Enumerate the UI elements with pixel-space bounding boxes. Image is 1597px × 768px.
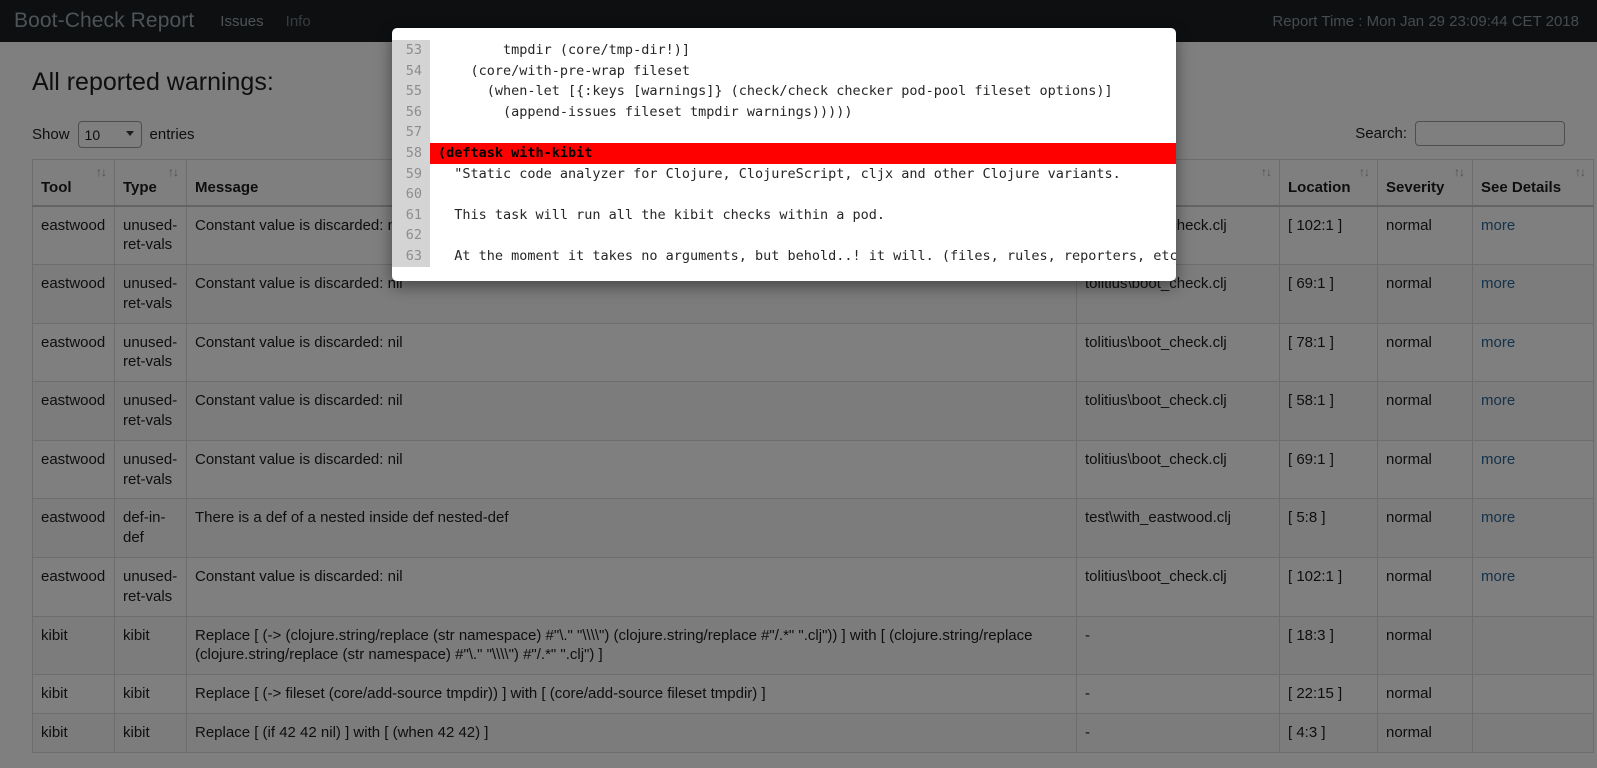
code-line-number: 55 xyxy=(392,81,430,102)
code-line-number: 54 xyxy=(392,60,430,82)
code-line-number: 63 xyxy=(392,245,430,267)
code-line: 55 (when-let [{:keys [warnings]} (check/… xyxy=(392,81,1176,102)
code-line-number: 62 xyxy=(392,225,430,246)
code-line-text: At the moment it takes no arguments, but… xyxy=(438,247,1176,264)
code-line-text: (core/with-pre-wrap fileset xyxy=(438,62,690,79)
code-line-text: "Static code analyzer for Clojure, Cloju… xyxy=(438,165,1121,182)
code-line-text: (deftask with-kibit xyxy=(430,142,1176,164)
code-line: 62 xyxy=(392,225,1176,246)
code-line-highlighted: 58 (deftask with-kibit xyxy=(392,142,1176,164)
code-line-text: This task will run all the kibit checks … xyxy=(438,206,886,223)
code-line: 59 "Static code analyzer for Clojure, Cl… xyxy=(392,163,1176,185)
code-line: 53 tmpdir (core/tmp-dir!)] xyxy=(392,40,1176,61)
code-line-number: 60 xyxy=(392,184,430,205)
app-root: Boot-Check Report Issues Info Report Tim… xyxy=(0,0,1597,768)
code-line-text: tmpdir (core/tmp-dir!)] xyxy=(438,42,690,58)
code-line: 60 xyxy=(392,184,1176,205)
code-line-text: (append-issues fileset tmpdir warnings))… xyxy=(438,103,853,120)
code-snippet-modal: 53 tmpdir (core/tmp-dir!)] 54 (core/with-… xyxy=(392,28,1176,281)
code-line: 54 (core/with-pre-wrap fileset xyxy=(392,60,1176,82)
code-line-number: 61 xyxy=(392,204,430,226)
code-line: 61 This task will run all the kibit chec… xyxy=(392,204,1176,226)
code-line: 56 (append-issues fileset tmpdir warning… xyxy=(392,101,1176,123)
code-line-number: 57 xyxy=(392,122,430,143)
code-line: 63 At the moment it takes no arguments, … xyxy=(392,245,1176,267)
code-line: 57 xyxy=(392,122,1176,143)
code-line-number: 53 xyxy=(392,40,430,61)
code-line-text: (when-let [{:keys [warnings]} (check/che… xyxy=(438,83,1113,100)
code-line-number: 59 xyxy=(392,163,430,185)
code-line-number: 58 xyxy=(392,142,430,164)
code-line-number: 56 xyxy=(392,101,430,123)
